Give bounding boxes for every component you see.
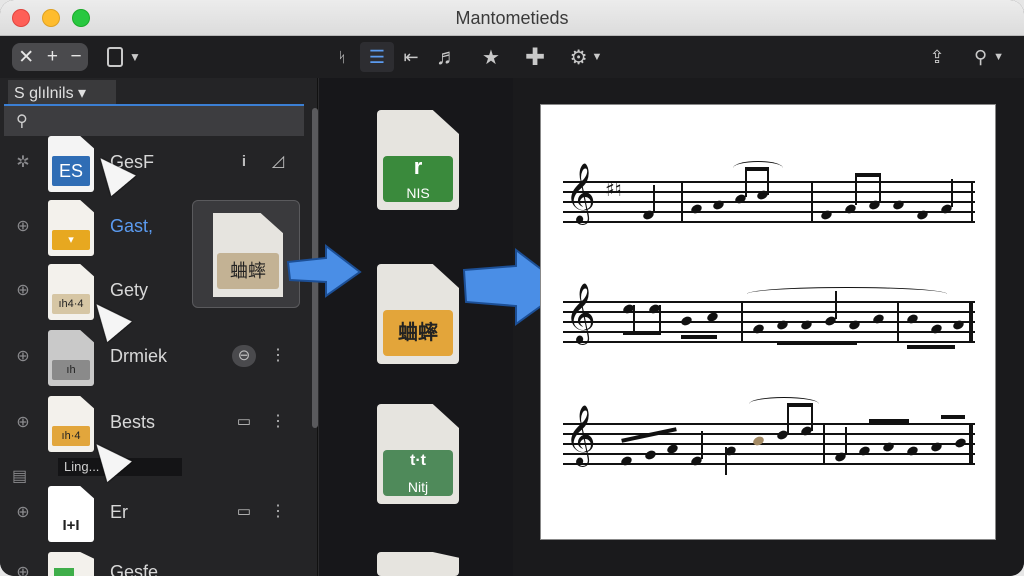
share-icon[interactable]: ⇪ [922,42,952,72]
treble-clef-icon: 𝄞 [565,283,596,343]
add-icon[interactable]: ⊕ [14,282,32,300]
sidebar-item-label: Gast, [110,216,154,236]
treble-clef-icon: 𝄞 [565,163,596,223]
sidebar-item-label: Drmiek [110,346,167,366]
more-icon[interactable]: ⋮ [270,501,286,523]
sidebar-item-label: Er [110,502,128,522]
search-icon[interactable]: ⚲ ▼ [964,42,1014,72]
window-title: Mantometieds [455,8,569,28]
file-thumbnail: ıh·4 [48,396,94,452]
chevron-down-icon: ▼ [129,50,141,64]
star-icon[interactable]: ★ [476,42,506,72]
sidebar-item-label: Bests [110,412,156,432]
list-item[interactable]: ⊕ I+I Er ▭ ⋮ [0,482,310,542]
toolbar: ✕ + − ▼ ᛋ ☰ ⇤ ♬ ★ ✚ ⚙ ▼ ⇪ ⚲ ▼ [0,36,1024,78]
music-staff: 𝄞 [563,283,975,349]
more-icon[interactable]: ⋮ [270,411,286,433]
sheet-music-preview: 𝄞 ♯♮ 𝄞 𝄞 [540,104,996,540]
file-thumbnail [48,552,94,576]
more-icon[interactable]: ⋮ [270,345,286,367]
file-thumbnail: ▾ [48,200,94,256]
add-icon[interactable]: ⊕ [14,414,32,432]
music-staff: 𝄞 ♯♮ [563,161,975,223]
add-icon[interactable]: ⊕ [14,218,32,236]
file-thumbnail: ES [48,136,94,192]
sidebar-item-label: Gety [110,280,149,300]
add-icon[interactable]: ⊕ [14,348,32,366]
minus-icon[interactable]: − [71,46,82,68]
gear-icon[interactable]: ⚙ ▼ [562,42,610,72]
window-icon [107,47,124,67]
outdent-icon[interactable]: ⇤ [396,42,426,72]
remove-icon[interactable]: ⊖ [232,345,256,367]
app-window: Mantometieds ✕ + − ▼ ᛋ ☰ ⇤ ♬ ★ ✚ ⚙ ▼ ⇪ ⚲ ▼… [0,0,1024,576]
chart-icon[interactable]: ◿ [270,151,286,173]
view-toggle-button[interactable]: ▼ [102,42,146,72]
music-staff: 𝄞 [563,397,975,475]
drag-preview-label: 蛐蟀 [217,253,279,289]
file-thumbnail: I+I [48,486,94,542]
list-item[interactable]: ⊕ Gesfe [0,548,310,576]
sidebar-header[interactable]: S glılnils ▾ [8,80,116,104]
info-icon[interactable]: i [232,151,256,173]
file-sidebar: S glılnils ▾ ⚲ ✲ ES GesF i ◿ ⊕ ▾ Gast, ⊕ [0,78,318,576]
queued-file[interactable]: r NIS [377,110,459,210]
filter-icon[interactable]: ⚲ [16,111,28,131]
list-icon[interactable]: ☰ [360,42,394,72]
sidebar-item-label: Gesfe [110,562,159,576]
add-icon[interactable]: + [47,46,58,68]
monitor-icon[interactable]: ▭ [232,501,256,523]
queued-file[interactable] [377,552,459,576]
title-bar: Mantometieds [0,0,1024,36]
list-item[interactable]: ✲ ES GesF i ◿ [0,132,310,192]
add-icon[interactable]: ⊕ [14,564,32,576]
queued-file[interactable]: t·t Nitj [377,404,459,504]
panel-toggle-icon[interactable]: ᛋ [334,42,350,72]
arrow-right-icon [286,244,362,298]
add-icon[interactable]: ⊕ [14,504,32,522]
plus-icon[interactable]: ✚ [520,42,550,72]
file-thumbnail: ıh [48,330,94,386]
list-item[interactable]: ⊕ ıh·4 Bests ▭ ⋮ [0,392,310,452]
monitor-icon[interactable]: ▭ [232,411,256,433]
star-icon: ✲ [16,154,30,171]
treble-clef-icon: 𝄞 [565,405,596,465]
note-icon[interactable]: ♬ [432,42,462,72]
edit-segment-control[interactable]: ✕ + − [12,43,88,71]
list-item[interactable]: ⊕ ıh Drmiek ⊖ ⋮ [0,326,310,386]
drag-preview: 蛐蟀 [192,200,300,308]
queued-file[interactable]: 蛐蟀 [377,264,459,364]
remove-icon[interactable]: ✕ [18,46,34,69]
